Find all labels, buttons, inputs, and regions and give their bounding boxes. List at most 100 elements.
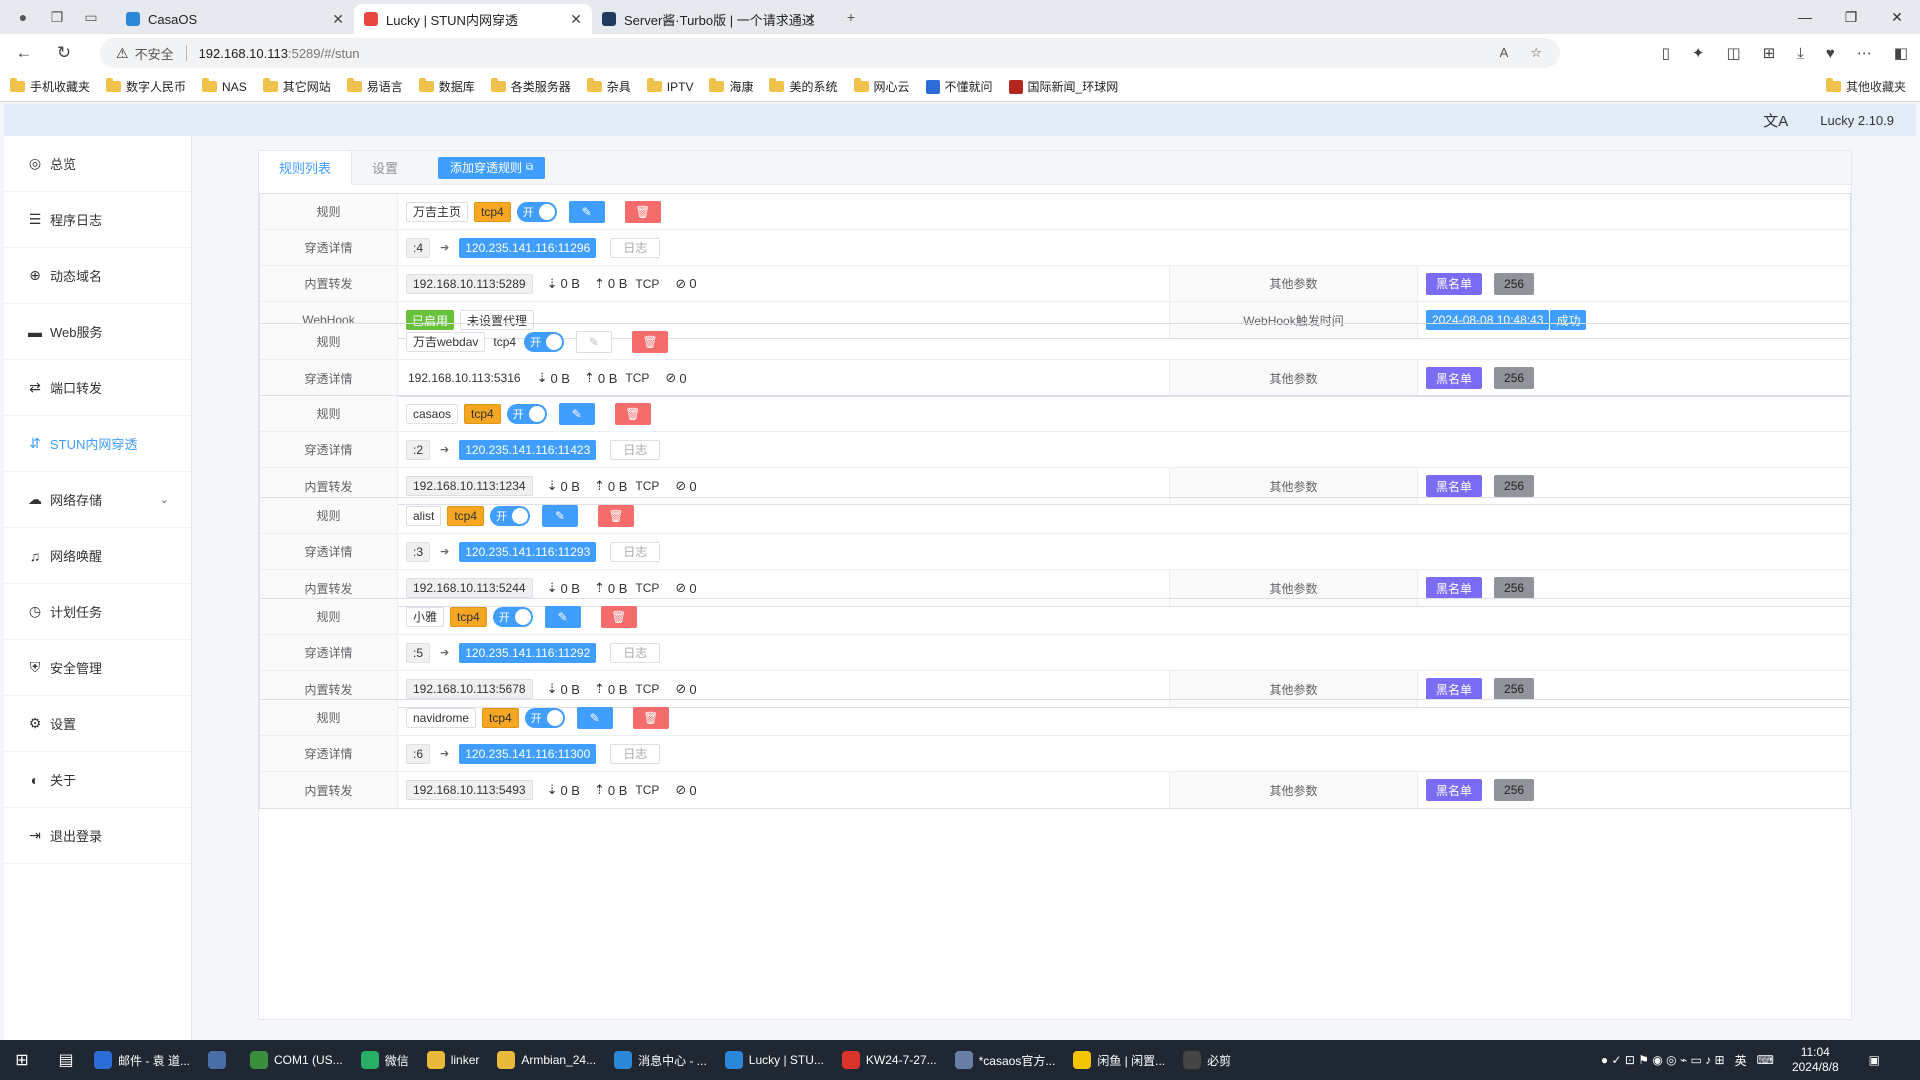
start-icon[interactable]: ⊞ bbox=[0, 1050, 44, 1070]
log-button[interactable]: 日志 bbox=[610, 237, 661, 258]
bookmark-item[interactable]: 杂具 bbox=[586, 78, 631, 95]
log-button[interactable]: 日志 bbox=[610, 743, 661, 764]
blacklist-tag[interactable]: 黑名单 bbox=[1426, 475, 1483, 497]
sidebar-item[interactable]: ⇵ STUN内网穿透 bbox=[4, 416, 191, 472]
taskbar-app[interactable]: *casaos官方... bbox=[954, 1051, 1055, 1069]
add-rule-button[interactable]: 添加穿透规则 ⧉ bbox=[438, 156, 546, 179]
edit-button[interactable]: ✎ bbox=[558, 402, 595, 425]
sidebar-item[interactable]: ☰ 程序日志 bbox=[4, 192, 191, 248]
taskbar-app[interactable] bbox=[208, 1051, 232, 1069]
blacklist-tag[interactable]: 黑名单 bbox=[1426, 779, 1483, 801]
tray-icons[interactable]: ● ✓ ⊡ ⚑ ◉ ◎ ⌁ ▭ ♪ ⊞ bbox=[1601, 1053, 1725, 1067]
edit-button[interactable]: ✎ bbox=[576, 706, 613, 729]
sidebar-icon[interactable]: ◫ bbox=[1727, 44, 1741, 62]
delete-button[interactable]: 🗑 bbox=[598, 504, 635, 527]
taskbar-app[interactable]: 必剪 bbox=[1183, 1051, 1231, 1069]
bookmark-item[interactable]: 网心云 bbox=[853, 78, 910, 95]
bookmark-item[interactable]: 国际新闻_环球网 bbox=[1008, 78, 1118, 95]
notification-icon[interactable]: ▣ bbox=[1869, 1053, 1880, 1067]
bookmark-item[interactable]: 手机收藏夹 bbox=[10, 78, 90, 95]
task-view-icon[interactable]: ▤ bbox=[44, 1050, 88, 1070]
bookmark-item[interactable]: NAS bbox=[202, 78, 247, 94]
edit-button[interactable]: ✎ bbox=[544, 605, 581, 628]
browser-tab[interactable]: CasaOS ✕ bbox=[116, 4, 354, 34]
translate-icon[interactable]: 文A bbox=[1763, 110, 1788, 131]
enable-toggle[interactable]: 开 bbox=[516, 201, 557, 222]
chevron-down-icon[interactable]: ⌄ bbox=[160, 493, 169, 506]
copilot-icon[interactable]: ◧ bbox=[1894, 44, 1908, 62]
favorite-star-icon[interactable]: ☆ bbox=[1530, 45, 1542, 61]
more-icon[interactable]: ⋯ bbox=[1857, 44, 1872, 62]
public-address[interactable]: 120.235.141.116:11423 bbox=[459, 439, 597, 460]
tab-close-icon[interactable]: ✕ bbox=[570, 11, 582, 28]
bookmark-item[interactable]: 各类服务器 bbox=[490, 78, 571, 95]
tab-actions-icon[interactable]: ▭ bbox=[80, 6, 102, 28]
tab-close-icon[interactable]: ✕ bbox=[804, 11, 816, 28]
taskbar-app[interactable]: 邮件 - 袁 道... bbox=[94, 1051, 190, 1069]
log-button[interactable]: 日志 bbox=[610, 439, 661, 460]
extensions-icon[interactable]: ✦ bbox=[1692, 44, 1705, 62]
edit-button[interactable]: ✎ bbox=[568, 200, 605, 223]
browser-tab[interactable]: Lucky | STUN内网穿透 ✕ bbox=[354, 4, 592, 34]
read-aloud-icon[interactable]: A bbox=[1500, 45, 1509, 61]
taskbar-app[interactable]: COM1 (US... bbox=[250, 1051, 343, 1069]
delete-button[interactable]: 🗑 bbox=[614, 402, 651, 425]
bookmark-item[interactable]: 其它网站 bbox=[262, 78, 331, 95]
sidebar-item[interactable]: ⇥ 退出登录 bbox=[4, 808, 191, 864]
enable-toggle[interactable]: 开 bbox=[524, 707, 565, 728]
bookmark-item[interactable]: 易语言 bbox=[346, 78, 403, 95]
new-tab-icon[interactable]: + bbox=[840, 6, 862, 28]
reload-icon[interactable]: ↻ bbox=[48, 37, 80, 69]
enable-toggle[interactable]: 开 bbox=[492, 606, 533, 627]
sidebar-item[interactable]: ◎ 总览 bbox=[4, 136, 191, 192]
collections-icon[interactable]: ⊞ bbox=[1763, 44, 1776, 62]
blacklist-tag[interactable]: 黑名单 bbox=[1426, 678, 1483, 700]
log-button[interactable]: 日志 bbox=[610, 642, 661, 663]
log-button[interactable]: 日志 bbox=[610, 541, 661, 562]
taskbar-app[interactable]: Armbian_24... bbox=[497, 1051, 596, 1069]
back-icon[interactable]: ← bbox=[8, 37, 40, 69]
taskbar-app[interactable]: Lucky | STU... bbox=[724, 1051, 824, 1069]
delete-button[interactable]: 🗑 bbox=[632, 706, 669, 729]
sidebar-item[interactable]: ⚙ 设置 bbox=[4, 696, 191, 752]
sidebar-item[interactable]: ◐ 关于 bbox=[4, 752, 191, 808]
bookmark-item[interactable]: 数字人民币 bbox=[106, 78, 186, 95]
browser-tab[interactable]: Server酱·Turbo版 | 一个请求通过 ✕ bbox=[592, 4, 826, 34]
tab-rule-list[interactable]: 规则列表 bbox=[259, 150, 353, 185]
blacklist-tag[interactable]: 黑名单 bbox=[1426, 367, 1483, 389]
enable-toggle[interactable]: 开 bbox=[490, 505, 531, 526]
downloads-icon[interactable]: ⤓ bbox=[1797, 45, 1804, 62]
sidebar-item[interactable]: ⛨ 安全管理 bbox=[4, 640, 191, 696]
taskbar-app[interactable]: 消息中心 - ... bbox=[614, 1051, 707, 1069]
enable-toggle[interactable]: 开 bbox=[524, 331, 565, 352]
bookmark-item[interactable]: 美的系统 bbox=[769, 78, 838, 95]
public-address[interactable]: 120.235.141.116:11293 bbox=[459, 541, 597, 562]
delete-button[interactable]: 🗑 bbox=[624, 200, 661, 223]
workspaces-icon[interactable]: ❐ bbox=[46, 6, 68, 28]
keyboard-icon[interactable]: ⌨ bbox=[1757, 1053, 1774, 1067]
delete-button[interactable]: 🗑 bbox=[632, 330, 669, 353]
tab-settings[interactable]: 设置 bbox=[352, 151, 418, 185]
sidebar-item[interactable]: ◷ 计划任务 bbox=[4, 584, 191, 640]
ime-indicator[interactable]: 英 bbox=[1735, 1052, 1747, 1069]
bookmark-item[interactable]: 数据库 bbox=[418, 78, 475, 95]
sidebar-item[interactable]: ⇄ 端口转发 bbox=[4, 360, 191, 416]
public-address[interactable]: 120.235.141.116:11296 bbox=[459, 237, 597, 258]
enable-toggle[interactable]: 开 bbox=[506, 403, 547, 424]
sidebar-item[interactable]: ♫ 网络唤醒 bbox=[4, 528, 191, 584]
sidebar-item[interactable]: ☁ 网络存储 ⌄ bbox=[4, 472, 191, 528]
restore-icon[interactable]: ❐ bbox=[1828, 0, 1874, 34]
profile-icon[interactable]: ● bbox=[12, 6, 34, 28]
bookmark-item[interactable]: 海康 bbox=[709, 78, 753, 95]
sidebar-item[interactable]: ▬ Web服务 bbox=[4, 304, 191, 360]
taskbar-app[interactable]: KW24-7-27... bbox=[841, 1051, 937, 1069]
public-address[interactable]: 120.235.141.116:11300 bbox=[459, 743, 597, 764]
taskbar-app[interactable]: 微信 bbox=[360, 1051, 409, 1069]
bookmark-item[interactable]: IPTV bbox=[646, 78, 693, 94]
edit-button[interactable]: ✎ bbox=[576, 330, 613, 353]
blacklist-tag[interactable]: 黑名单 bbox=[1426, 577, 1483, 599]
address-bar[interactable]: ⚠ 不安全 192.168.10.113 :5289/#/stun A ☆ bbox=[100, 38, 1560, 68]
close-window-icon[interactable]: ✕ bbox=[1874, 0, 1920, 34]
tab-close-icon[interactable]: ✕ bbox=[332, 11, 344, 28]
performance-icon[interactable]: ♥ bbox=[1826, 45, 1835, 62]
